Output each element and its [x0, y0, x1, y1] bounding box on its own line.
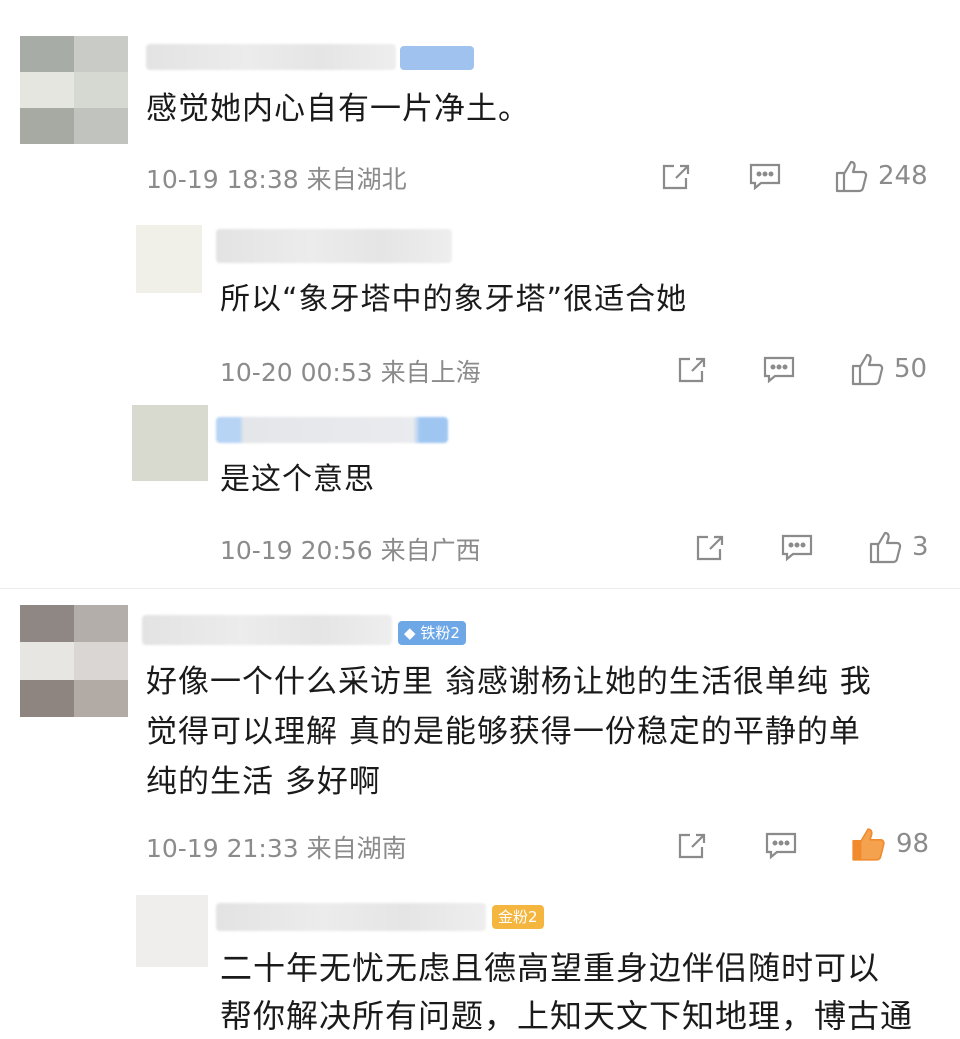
share-icon — [662, 164, 690, 190]
share-icon — [678, 833, 706, 859]
like-button[interactable]: 50 — [850, 351, 927, 387]
share-button[interactable] — [676, 355, 708, 385]
reply-meta: 10-19 20:56 来自广西 — [220, 536, 481, 565]
reply-button[interactable] — [780, 533, 814, 563]
user-badge — [400, 46, 474, 70]
like-count: 50 — [894, 354, 928, 384]
reply-button[interactable] — [748, 162, 782, 192]
reply-item: 所以“象牙塔中的象牙塔”很适合她 10-20 00:53 来自上海 50 — [0, 215, 960, 395]
iron-fan-badge: ◆ 铁粉2 — [398, 621, 466, 645]
thumbs-up-icon — [835, 160, 868, 193]
comment-item: ◆ 铁粉2 好像一个什么采访里 翁感谢杨让她的生活很单纯 我 觉得可以理解 真的… — [0, 595, 960, 885]
comment-icon — [749, 163, 781, 191]
gold-fan-badge: 金粉2 — [492, 905, 544, 929]
diamond-icon: ◆ — [404, 624, 416, 642]
thumbs-up-icon — [869, 531, 902, 564]
username[interactable] — [216, 903, 486, 931]
reply-text: 是这个意思 — [220, 462, 375, 497]
reply-item: 是这个意思 10-19 20:56 来自广西 3 — [0, 395, 960, 585]
reply-item: 金粉2 二十年无忧无虑且德高望重身边伴侣随时可以 帮你解决所有问题，上知天文下知… — [0, 885, 960, 1035]
reply-button[interactable] — [764, 831, 798, 861]
comment-text: 感觉她内心自有一片净土。 — [146, 91, 530, 127]
username[interactable] — [146, 44, 396, 70]
avatar[interactable] — [20, 605, 128, 717]
comment-icon — [781, 534, 813, 562]
comment-text-line: 好像一个什么采访里 翁感谢杨让她的生活很单纯 我 — [146, 664, 872, 700]
comment-item: 感觉她内心自有一片净土。 10-19 18:38 来自湖北 248 — [0, 0, 960, 210]
reply-meta: 10-20 00:53 来自上海 — [220, 358, 481, 387]
comment-text-line: 觉得可以理解 真的是能够获得一份稳定的平静的单 — [146, 714, 861, 750]
username[interactable] — [216, 229, 452, 263]
like-count: 248 — [878, 161, 928, 191]
like-button[interactable]: 248 — [834, 158, 928, 194]
avatar[interactable] — [132, 405, 208, 481]
avatar[interactable] — [136, 225, 202, 293]
divider — [0, 588, 960, 589]
thumbs-up-icon — [852, 828, 885, 861]
comment-icon — [765, 832, 797, 860]
share-button[interactable] — [694, 533, 726, 563]
reply-text-line: 帮你解决所有问题，上知天文下知地理，博古通 — [220, 997, 914, 1035]
like-button[interactable]: 98 — [850, 825, 929, 863]
avatar[interactable] — [20, 36, 128, 144]
reply-button[interactable] — [762, 355, 796, 385]
reply-text-line: 二十年无忧无虑且德高望重身边伴侣随时可以 — [220, 949, 881, 987]
like-count: 98 — [896, 829, 930, 859]
comment-meta: 10-19 18:38 来自湖北 — [146, 165, 407, 194]
thumbs-up-icon — [851, 353, 884, 386]
like-count: 3 — [912, 532, 929, 562]
reply-text: 所以“象牙塔中的象牙塔”很适合她 — [220, 282, 688, 317]
share-button[interactable] — [676, 831, 708, 861]
share-icon — [696, 535, 724, 561]
like-button[interactable]: 3 — [868, 529, 929, 565]
comment-meta: 10-19 21:33 来自湖南 — [146, 834, 407, 863]
comment-icon — [763, 356, 795, 384]
comment-text-line: 纯的生活 多好啊 — [146, 764, 381, 800]
share-button[interactable] — [660, 162, 692, 192]
avatar[interactable] — [136, 895, 208, 967]
share-icon — [678, 357, 706, 383]
username[interactable] — [142, 615, 392, 645]
username[interactable] — [216, 417, 448, 443]
